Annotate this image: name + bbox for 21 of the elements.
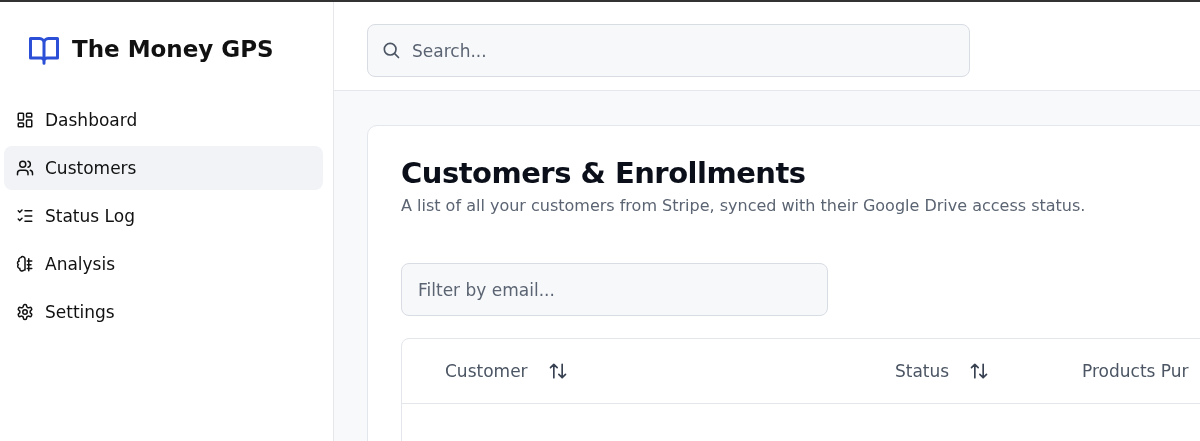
users-icon xyxy=(16,159,34,177)
sidebar-item[interactable]: Status Log xyxy=(4,194,323,238)
brain-icon xyxy=(16,255,34,273)
page-title: Customers & Enrollments xyxy=(401,156,807,190)
sidebar-item[interactable]: Settings xyxy=(4,290,323,334)
sidebar-item[interactable]: Analysis xyxy=(4,242,323,286)
search-icon xyxy=(381,40,401,60)
column-header[interactable]: Status xyxy=(895,339,1082,403)
search-field[interactable]: Search... xyxy=(367,24,970,77)
column-header[interactable]: Customer xyxy=(445,339,895,403)
sort-icon xyxy=(969,361,990,381)
checklist-icon xyxy=(16,207,34,225)
app-name: The Money GPS xyxy=(72,36,274,62)
page-subtitle: A list of all your customers from Stripe, synced with their Google Drive access status. xyxy=(401,196,1087,215)
settings-icon xyxy=(16,303,34,321)
sidebar-item[interactable]: Dashboard xyxy=(4,98,323,142)
filter-field[interactable]: Filter by email... xyxy=(401,263,828,316)
dashboard-icon xyxy=(16,111,34,129)
sidebar-item[interactable]: Customers xyxy=(4,146,323,190)
sort-icon xyxy=(547,361,568,381)
column-header[interactable]: Products Pur xyxy=(1082,339,1189,403)
